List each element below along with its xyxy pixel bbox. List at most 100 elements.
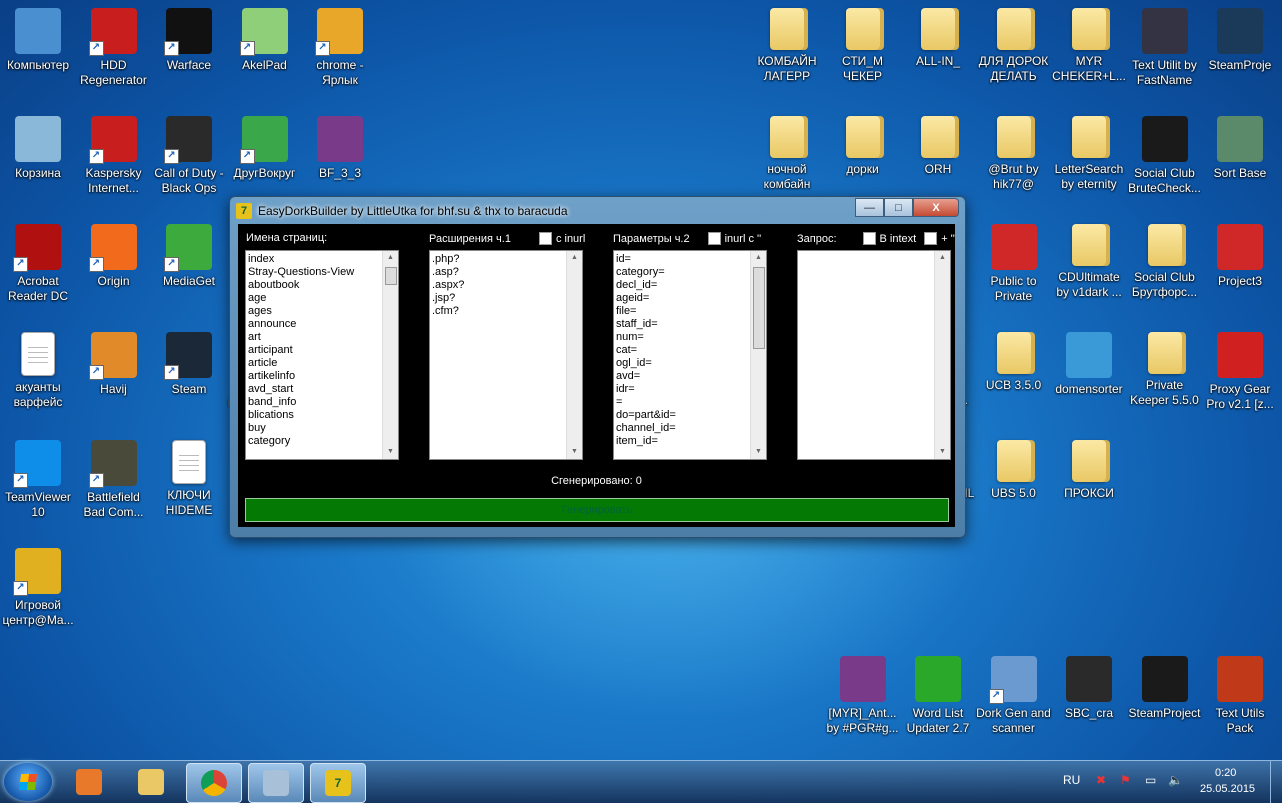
list-item[interactable]: ageid= xyxy=(616,292,750,305)
list-item[interactable]: age xyxy=(248,292,382,305)
desktop-icon[interactable]: ↗ Battlefield Bad Com... xyxy=(76,434,152,520)
volume-icon[interactable]: 🔈 xyxy=(1168,773,1183,787)
list-item[interactable]: .cfm? xyxy=(432,305,566,318)
desktop-icon[interactable]: @Brut by hik77@ xyxy=(976,110,1052,192)
intext-checkbox[interactable] xyxy=(862,232,876,245)
desktop-icon[interactable]: ↗ Acrobat Reader DC xyxy=(0,218,76,304)
desktop-icon[interactable]: ORH xyxy=(900,110,976,177)
list-item[interactable]: item_id= xyxy=(616,435,750,448)
desktop-icon[interactable]: domensorter xyxy=(1051,326,1127,397)
desktop-icon[interactable]: Private Keeper 5.5.0 xyxy=(1127,326,1203,408)
flag-icon[interactable]: ⚑ xyxy=(1120,773,1131,787)
easydorkbuilder-window[interactable]: 7 EasyDorkBuilder by LittleUtka for bhf.… xyxy=(229,196,966,538)
desktop-icon[interactable]: SteamProject xyxy=(1127,650,1203,721)
desktop-icon[interactable]: Proxy Gear Pro v2.1 [z... xyxy=(1202,326,1278,412)
list-item[interactable]: do=part&id= xyxy=(616,409,750,422)
minimize-button[interactable]: — xyxy=(855,198,884,217)
desktop-icon[interactable]: ↗ Call of Duty - Black Ops xyxy=(151,110,227,196)
query-output[interactable]: ▲ ▼ xyxy=(797,250,951,460)
pages-list[interactable]: index Stray-Questions-View aboutbook age age… xyxy=(245,250,399,460)
desktop-icon[interactable]: SteamProje xyxy=(1202,2,1278,73)
query-scrollbar[interactable]: ▲ ▼ xyxy=(934,251,950,459)
desktop-icon[interactable]: BF_3_3 xyxy=(302,110,378,181)
desktop-icon[interactable]: Sort Base xyxy=(1202,110,1278,181)
taskbar-media-player[interactable] xyxy=(62,763,116,801)
network-icon[interactable]: ✖ xyxy=(1096,773,1106,787)
desktop-icon[interactable]: SBC_cra xyxy=(1051,650,1127,721)
list-item[interactable]: Stray-Questions-View xyxy=(248,266,382,279)
inurl-quotes-checkbox[interactable] xyxy=(707,232,721,245)
list-item[interactable]: staff_id= xyxy=(616,318,750,331)
start-button[interactable] xyxy=(4,763,52,801)
window-titlebar[interactable]: 7 EasyDorkBuilder by LittleUtka for bhf.… xyxy=(236,201,568,221)
desktop-icon[interactable]: ночной комбайн xyxy=(749,110,825,192)
scroll-up-icon[interactable]: ▲ xyxy=(567,251,582,265)
desktop-icon[interactable]: ↗ Kaspersky Internet... xyxy=(76,110,152,196)
params-list[interactable]: id= category= decl_id= ageid= file= staff_id=… xyxy=(613,250,767,460)
desktop-icon[interactable]: ↗ chrome - Ярлык xyxy=(302,2,378,88)
plus-quotes-checkbox[interactable] xyxy=(924,232,938,245)
scroll-up-icon[interactable]: ▲ xyxy=(751,251,766,265)
desktop-icon[interactable]: акуанты варфейс xyxy=(0,326,76,410)
desktop-icon[interactable]: ↗ ДругВокруг xyxy=(227,110,303,181)
list-item[interactable]: art xyxy=(248,331,382,344)
desktop-icon[interactable]: ↗ MediaGet xyxy=(151,218,227,289)
scroll-thumb[interactable] xyxy=(753,267,765,349)
desktop-icon[interactable]: LetterSearch by eternity xyxy=(1051,110,1127,192)
list-item[interactable]: .aspx? xyxy=(432,279,566,292)
list-item[interactable]: category xyxy=(248,435,382,448)
desktop-icon[interactable]: Social Club BruteCheck... xyxy=(1127,110,1203,196)
list-item[interactable]: aboutbook xyxy=(248,279,382,292)
desktop-icon[interactable]: Text Utilit by FastName xyxy=(1127,2,1203,88)
list-item[interactable]: article xyxy=(248,357,382,370)
scroll-down-icon[interactable]: ▼ xyxy=(935,445,950,459)
desktop-icon[interactable]: Компьютер xyxy=(0,2,76,73)
taskbar-easydorkbuilder[interactable]: 7 xyxy=(310,763,366,803)
maximize-button[interactable]: □ xyxy=(884,198,913,217)
desktop-icon[interactable]: Project3 xyxy=(1202,218,1278,289)
extensions-list[interactable]: .php? .asp? .aspx? .jsp? .cfm? ▲ ▼ xyxy=(429,250,583,460)
list-item[interactable]: idr= xyxy=(616,383,750,396)
list-item[interactable]: id= xyxy=(616,253,750,266)
close-button[interactable]: X xyxy=(913,198,959,217)
list-item[interactable]: ogl_id= xyxy=(616,357,750,370)
desktop-icon[interactable]: UBS 5.0 xyxy=(976,434,1052,501)
clock-time[interactable]: 0:20 xyxy=(1215,767,1236,779)
scroll-down-icon[interactable]: ▼ xyxy=(383,445,398,459)
extensions-scrollbar[interactable]: ▲ ▼ xyxy=(566,251,582,459)
list-item[interactable]: ages xyxy=(248,305,382,318)
desktop-icon[interactable]: ↗ Havij xyxy=(76,326,152,397)
taskbar-chrome[interactable] xyxy=(186,763,242,803)
list-item[interactable]: avd= xyxy=(616,370,750,383)
desktop-icon[interactable]: ↗ TeamViewer 10 xyxy=(0,434,76,520)
list-item[interactable]: .asp? xyxy=(432,266,566,279)
taskbar-control-panel[interactable] xyxy=(248,763,304,803)
desktop-icon[interactable]: ПРОКСИ xyxy=(1051,434,1127,501)
list-item[interactable]: articipant xyxy=(248,344,382,357)
language-indicator[interactable]: RU xyxy=(1063,773,1080,787)
desktop-icon[interactable]: ↗ HDD Regenerator xyxy=(76,2,152,88)
generate-button[interactable]: Генерировать xyxy=(245,498,949,522)
display-icon[interactable]: ▭ xyxy=(1145,773,1156,787)
desktop-icon[interactable]: ↗ Origin xyxy=(76,218,152,289)
desktop-icon[interactable]: ↗ Игровой центр@Ma... xyxy=(0,542,76,628)
scroll-down-icon[interactable]: ▼ xyxy=(567,445,582,459)
pages-scrollbar[interactable]: ▲ ▼ xyxy=(382,251,398,459)
list-item[interactable]: channel_id= xyxy=(616,422,750,435)
desktop-icon[interactable]: дорки xyxy=(825,110,901,177)
list-item[interactable]: = xyxy=(616,396,750,409)
desktop-icon[interactable]: КОМБАЙН ЛАГЕРР xyxy=(749,2,825,84)
inurl-checkbox[interactable] xyxy=(538,232,552,245)
list-item[interactable]: band_info xyxy=(248,396,382,409)
desktop-icon[interactable]: Корзина xyxy=(0,110,76,181)
desktop-icon[interactable]: ↗ Steam xyxy=(151,326,227,397)
desktop-icon[interactable]: Word List Updater 2.7 xyxy=(900,650,976,736)
list-item[interactable]: buy xyxy=(248,422,382,435)
desktop-icon[interactable]: Social Club Брутфорс... xyxy=(1127,218,1203,300)
list-item[interactable]: blications xyxy=(248,409,382,422)
desktop-icon[interactable]: КЛЮЧИ HIDEME xyxy=(151,434,227,518)
list-item[interactable]: decl_id= xyxy=(616,279,750,292)
list-item[interactable]: num= xyxy=(616,331,750,344)
desktop-icon[interactable]: MYR CHEKER+L... xyxy=(1051,2,1127,84)
list-item[interactable]: file= xyxy=(616,305,750,318)
